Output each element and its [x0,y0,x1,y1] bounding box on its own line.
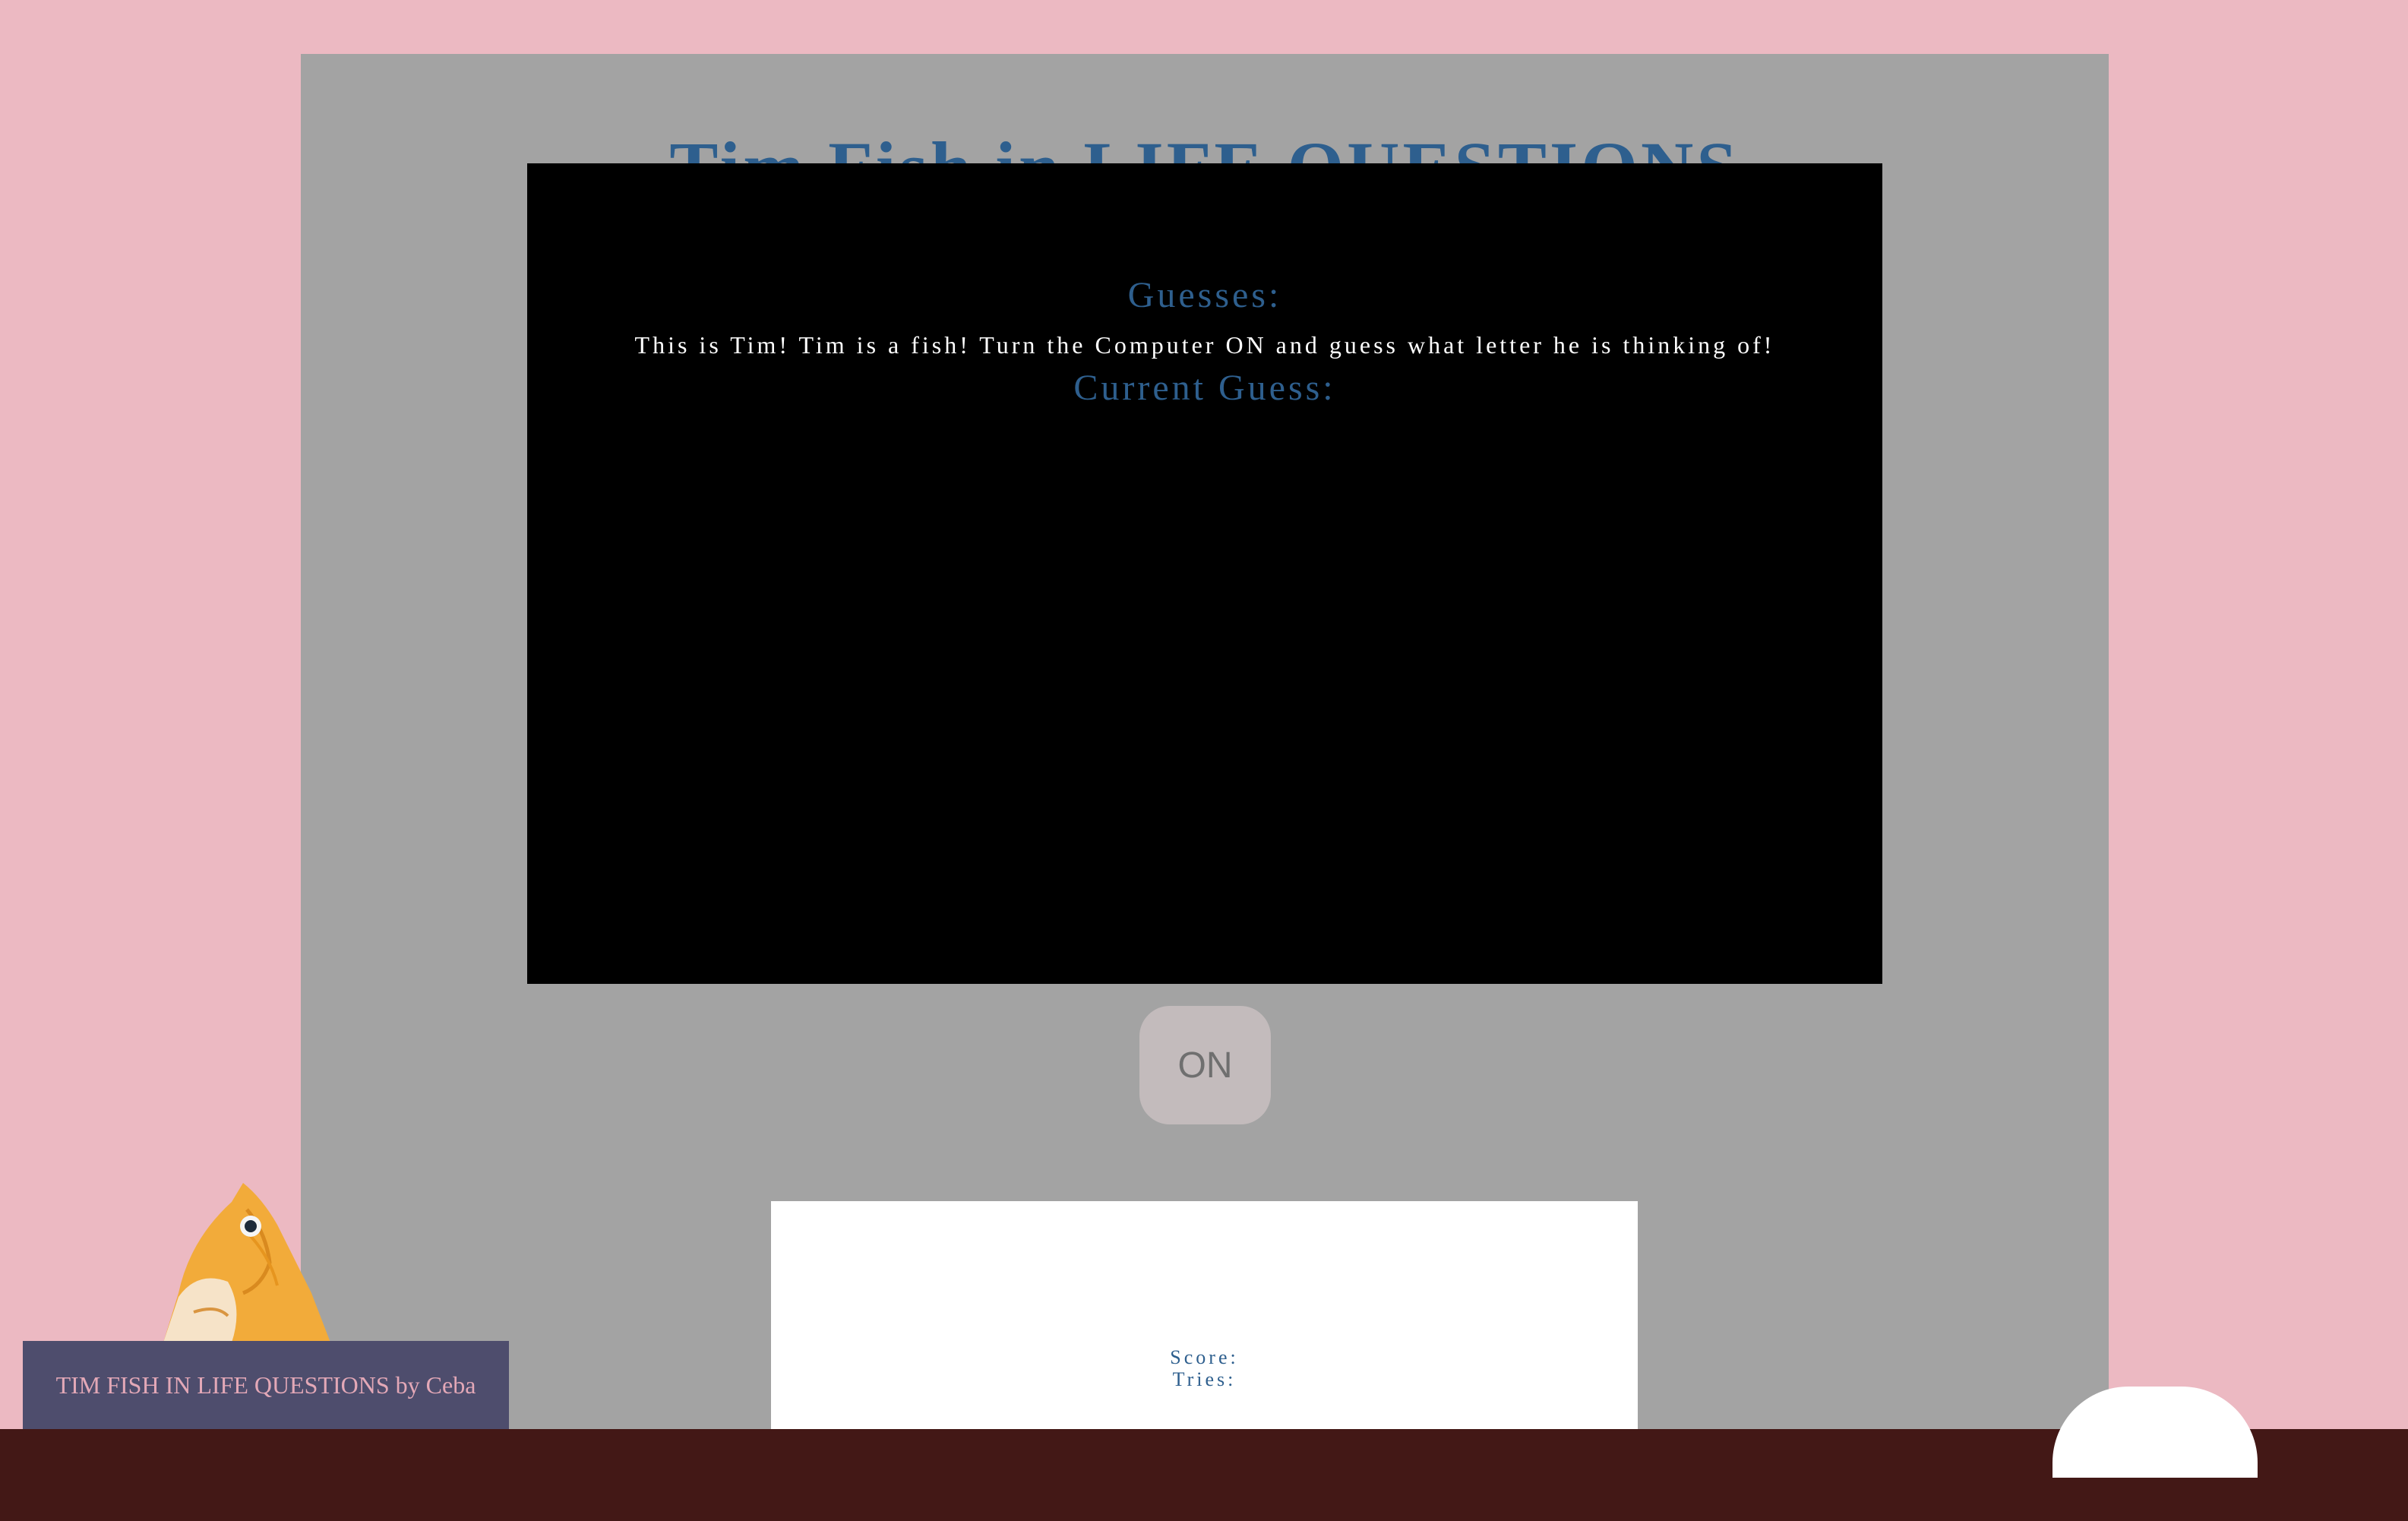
tries-label: Tries: [1172,1368,1237,1390]
guesses-label: Guesses: [1127,275,1282,315]
floor [0,1429,2408,1521]
scoreboard: Score: Tries: [771,1201,1638,1429]
power-on-button[interactable]: ON [1139,1006,1271,1124]
score-label: Score: [1170,1346,1239,1368]
goldfish-icon [163,1183,330,1342]
intro-text: This is Tim! Tim is a fish! Turn the Com… [634,331,1775,359]
game-screen: Guesses: This is Tim! Tim is a fish! Tur… [527,163,1882,984]
computer-monitor: Tim Fish in LIFE QUESTIONS Guesses: This… [301,54,2109,1429]
computer-mouse-icon [2052,1387,2258,1478]
current-guess-label: Current Guess: [1073,368,1336,408]
credit-label: TIM FISH IN LIFE QUESTIONS by Ceba [23,1341,509,1429]
